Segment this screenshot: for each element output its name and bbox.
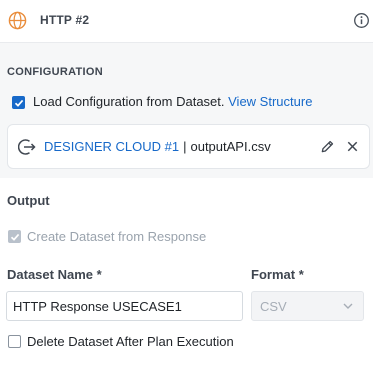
dataset-name-input[interactable]: HTTP Response USECASE1	[6, 291, 243, 321]
format-value: CSV	[260, 299, 287, 314]
format-select: CSV	[251, 291, 364, 321]
create-dataset-label: Create Dataset from Response	[27, 229, 207, 244]
load-configuration-text: Load Configuration from Dataset.	[33, 94, 225, 109]
delete-dataset-label: Delete Dataset After Plan Execution	[27, 334, 234, 349]
dataset-file-name: outputAPI.csv	[190, 139, 271, 154]
info-icon[interactable]	[353, 12, 370, 29]
checkmark-icon	[10, 233, 19, 241]
delete-dataset-checkbox[interactable]	[8, 335, 21, 348]
load-configuration-label: Load Configuration from Dataset. View St…	[33, 94, 312, 109]
pencil-icon[interactable]	[320, 139, 335, 154]
import-arrow-icon	[18, 139, 36, 155]
dataset-source-link[interactable]: DESIGNER CLOUD #1	[44, 139, 179, 154]
dataset-name-label: Dataset Name *	[7, 267, 102, 282]
globe-icon	[8, 11, 27, 30]
checkmark-icon	[14, 99, 23, 107]
view-structure-link[interactable]: View Structure	[228, 94, 312, 109]
close-icon[interactable]	[345, 139, 360, 154]
dataset-card: DESIGNER CLOUD #1 | outputAPI.csv	[7, 124, 370, 169]
dataset-reference: DESIGNER CLOUD #1 | outputAPI.csv	[44, 139, 271, 154]
required-mark: *	[298, 267, 304, 282]
load-configuration-checkbox[interactable]	[12, 96, 25, 109]
format-label: Format *	[251, 267, 304, 282]
format-label-text: Format	[251, 267, 296, 282]
panel-title: HTTP #2	[40, 13, 90, 27]
output-title: Output	[7, 193, 50, 208]
chevron-down-icon	[343, 303, 353, 309]
create-dataset-checkbox	[8, 230, 21, 243]
configuration-title: CONFIGURATION	[7, 66, 103, 78]
required-mark: *	[96, 267, 102, 282]
panel-header: HTTP #2	[0, 0, 373, 43]
dataset-separator: |	[183, 139, 187, 154]
dataset-name-label-text: Dataset Name	[7, 267, 93, 282]
